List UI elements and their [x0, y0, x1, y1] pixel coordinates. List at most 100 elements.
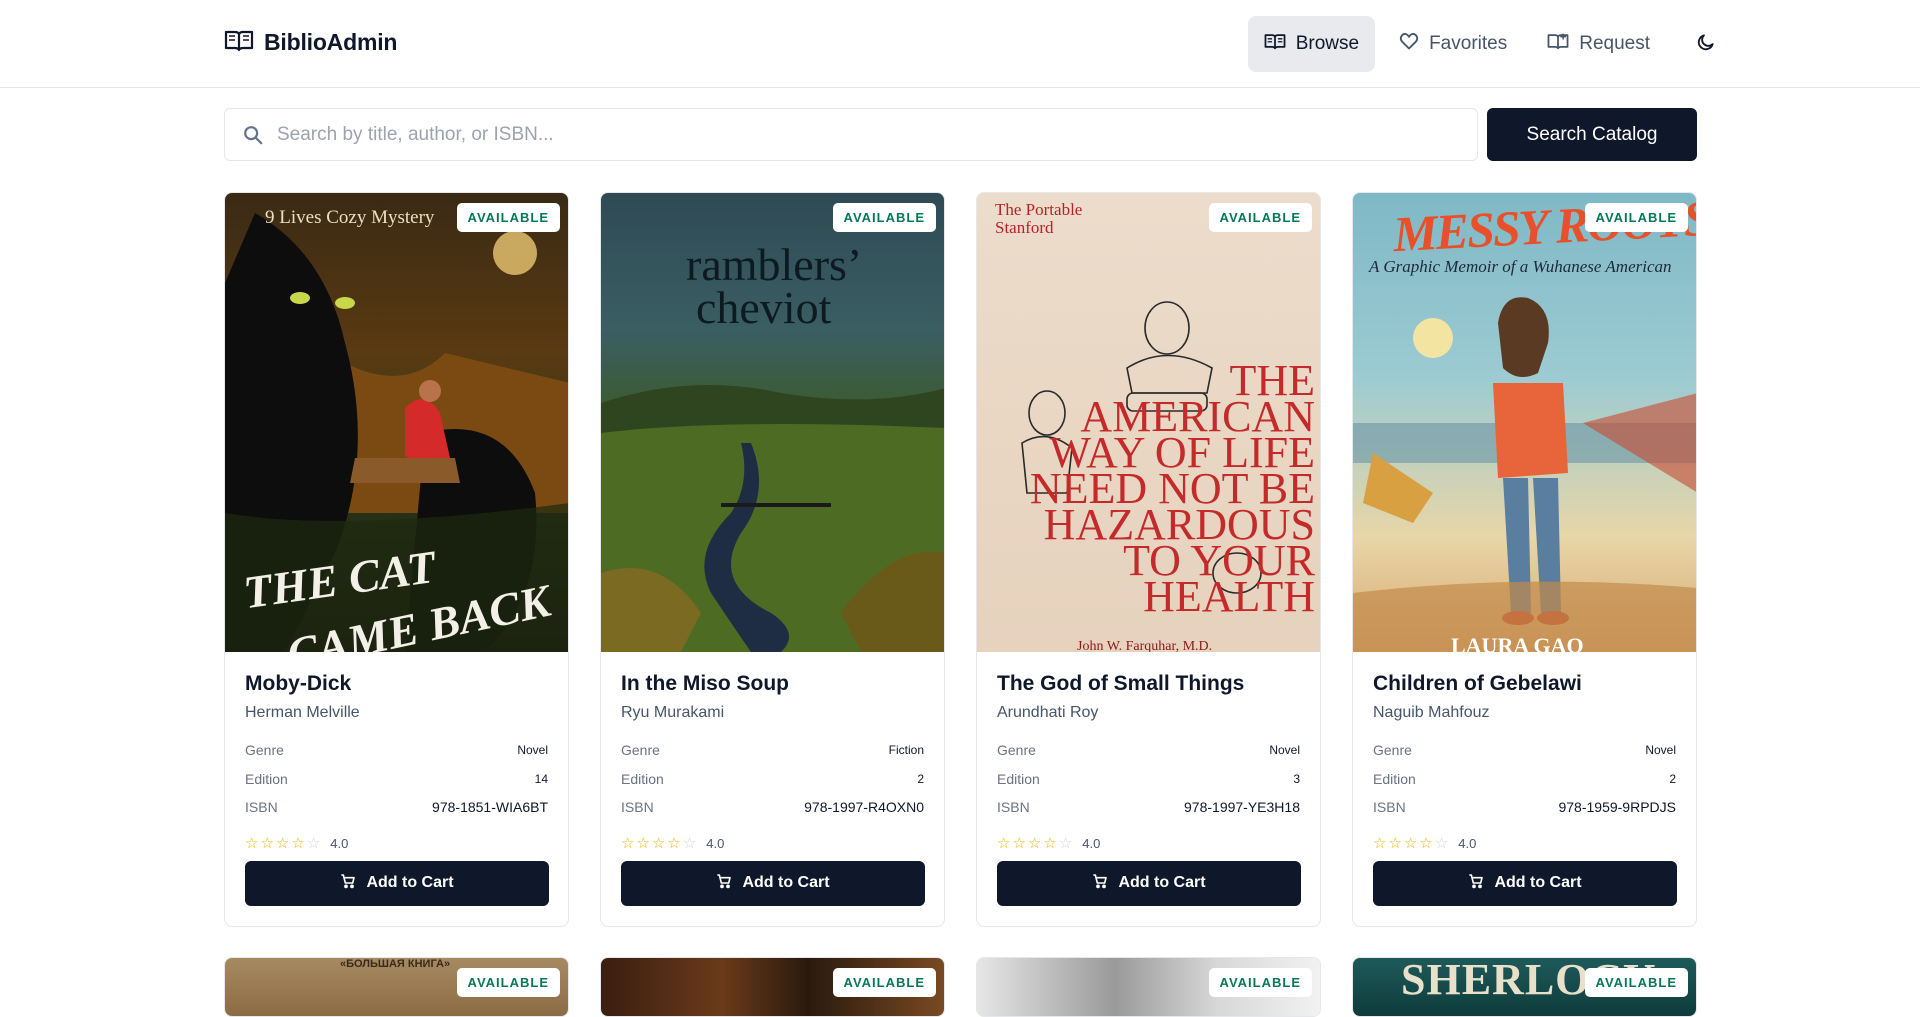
moon-icon — [1696, 32, 1716, 57]
brand-name: BiblioAdmin — [264, 29, 398, 55]
search-input[interactable] — [277, 123, 1457, 146]
cover-series-text: «БОЛЬШАЯ КНИГА» — [340, 958, 451, 970]
add-to-cart-label: Add to Cart — [1494, 874, 1582, 891]
theme-toggle-button[interactable] — [1678, 16, 1734, 72]
genre-value: Novel — [1645, 743, 1676, 758]
star-icon: ☆ — [621, 835, 635, 852]
nav-favorites-label: Favorites — [1429, 33, 1508, 54]
star-icon: ☆ — [1043, 835, 1057, 852]
status-badge: AVAILABLE — [832, 203, 936, 232]
star-empty-icon: ☆ — [1434, 835, 1449, 852]
isbn-value: 978-1997-R4OXN0 — [804, 799, 924, 816]
add-to-cart-button[interactable]: Add to Cart — [245, 860, 549, 906]
book-title[interactable]: Children of Gebelawi — [1373, 672, 1676, 696]
isbn-label: ISBN — [1373, 799, 1406, 816]
add-to-cart-button[interactable]: Add to Cart — [997, 860, 1301, 906]
nav-browse[interactable]: Browse — [1247, 16, 1376, 72]
star-icon: ☆ — [1373, 835, 1387, 852]
brand[interactable]: BiblioAdmin — [224, 28, 397, 57]
top-header: BiblioAdmin Browse Favorites Request — [0, 0, 1920, 88]
edition-value: 14 — [534, 771, 548, 786]
cover-subtitle-text: A Graphic Memoir of a Wuhanese American — [1369, 257, 1672, 276]
cart-icon — [340, 873, 356, 894]
book-card[interactable]: The Portable Stanford THE AMERICAN WAY O… — [976, 192, 1321, 927]
book-card[interactable]: AVAILABLE — [976, 957, 1321, 1017]
nav-request[interactable]: Request — [1531, 16, 1666, 72]
isbn-value: 978-1997-YE3H18 — [1184, 799, 1300, 816]
nav-favorites[interactable]: Favorites — [1383, 16, 1523, 72]
star-icon: ☆ — [1027, 835, 1042, 852]
star-rating: ☆ ☆ ☆ ☆ ☆ 4.0 — [245, 836, 548, 852]
book-author: Ryu Murakami — [621, 704, 725, 721]
rating-value: 4.0 — [330, 836, 349, 851]
status-badge: AVAILABLE — [1208, 203, 1312, 232]
book-cover[interactable]: MESSY ROOTS A Graphic Memoir of a Wuhane… — [1353, 193, 1696, 652]
genre-label: Genre — [997, 742, 1036, 759]
main-nav: Browse Favorites Request — [1247, 16, 1734, 72]
star-icon: ☆ — [1419, 835, 1433, 852]
book-card[interactable]: SHERLOCK AVAILABLE — [1352, 957, 1697, 1017]
book-open-icon — [1264, 32, 1286, 56]
book-title[interactable]: The God of Small Things — [997, 672, 1300, 696]
genre-value: Novel — [1269, 743, 1300, 758]
book-cover[interactable]: SHERLOCK AVAILABLE — [1353, 958, 1696, 1016]
book-cover[interactable]: 9 Lives Cozy Mystery THE CAT CAME BACK A… — [225, 193, 568, 652]
book-cover[interactable]: The Portable Stanford THE AMERICAN WAY O… — [977, 193, 1320, 652]
genre-label: Genre — [245, 742, 284, 759]
rating-value: 4.0 — [1458, 836, 1477, 851]
isbn-label: ISBN — [245, 799, 278, 816]
add-to-cart-button[interactable]: Add to Cart — [1373, 860, 1677, 906]
star-icon: ☆ — [291, 835, 305, 852]
book-card[interactable]: ramblers’ cheviot AVAILABLE In the Miso … — [600, 192, 945, 927]
star-icon: ☆ — [1403, 835, 1418, 852]
cover-series-text: The Portable Stanford — [995, 200, 1083, 237]
book-cover[interactable]: ramblers’ cheviot AVAILABLE — [601, 193, 944, 652]
cover-title-text-2: cheviot — [696, 282, 832, 333]
star-icon: ☆ — [667, 835, 681, 852]
add-to-cart-label: Add to Cart — [366, 874, 454, 891]
isbn-label: ISBN — [621, 799, 654, 816]
add-to-cart-button[interactable]: Add to Cart — [621, 860, 925, 906]
book-card[interactable]: 9 Lives Cozy Mystery THE CAT CAME BACK A… — [224, 192, 569, 927]
status-badge: AVAILABLE — [1584, 203, 1688, 232]
status-badge: AVAILABLE — [1584, 968, 1688, 997]
edition-value: 2 — [1669, 771, 1676, 786]
book-cover[interactable]: AVAILABLE — [977, 958, 1320, 1016]
isbn-label: ISBN — [997, 799, 1030, 816]
book-title[interactable]: In the Miso Soup — [621, 672, 924, 696]
book-card[interactable]: AVAILABLE — [600, 957, 945, 1017]
star-empty-icon: ☆ — [682, 835, 697, 852]
star-icon: ☆ — [997, 835, 1011, 852]
rating-value: 4.0 — [1082, 836, 1101, 851]
book-card[interactable]: MESSY ROOTS A Graphic Memoir of a Wuhane… — [1352, 192, 1697, 927]
add-to-cart-label: Add to Cart — [1118, 874, 1206, 891]
book-card[interactable]: «БОЛЬШАЯ КНИГА» AVAILABLE — [224, 957, 569, 1017]
edition-label: Edition — [1373, 770, 1416, 787]
isbn-value: 978-1959-9RPDJS — [1558, 799, 1676, 816]
nav-request-label: Request — [1579, 33, 1650, 54]
status-badge: AVAILABLE — [456, 203, 560, 232]
star-icon: ☆ — [275, 835, 290, 852]
status-badge: AVAILABLE — [456, 968, 560, 997]
genre-label: Genre — [621, 742, 660, 759]
genre-label: Genre — [1373, 742, 1412, 759]
cover-author-text: John W. Farquhar, M.D. — [1077, 639, 1213, 652]
star-icon: ☆ — [260, 835, 274, 852]
isbn-value: 978-1851-WIA6BT — [432, 799, 548, 816]
search-icon — [241, 123, 265, 147]
book-cover[interactable]: «БОЛЬШАЯ КНИГА» AVAILABLE — [225, 958, 568, 1016]
book-title[interactable]: Moby-Dick — [245, 672, 548, 696]
star-icon: ☆ — [245, 835, 259, 852]
status-badge: AVAILABLE — [1208, 968, 1312, 997]
cover-series-text: 9 Lives Cozy Mystery — [265, 207, 435, 228]
search-catalog-button[interactable]: Search Catalog — [1487, 108, 1697, 161]
star-empty-icon: ☆ — [1058, 835, 1073, 852]
edition-label: Edition — [245, 770, 288, 787]
star-rating: ☆ ☆ ☆ ☆ ☆ 4.0 — [997, 836, 1300, 852]
edition-label: Edition — [997, 770, 1040, 787]
star-icon: ☆ — [636, 835, 650, 852]
search-box — [224, 108, 1478, 161]
cart-icon — [1468, 873, 1484, 894]
book-cover[interactable]: AVAILABLE — [601, 958, 944, 1016]
genre-value: Fiction — [888, 743, 924, 758]
